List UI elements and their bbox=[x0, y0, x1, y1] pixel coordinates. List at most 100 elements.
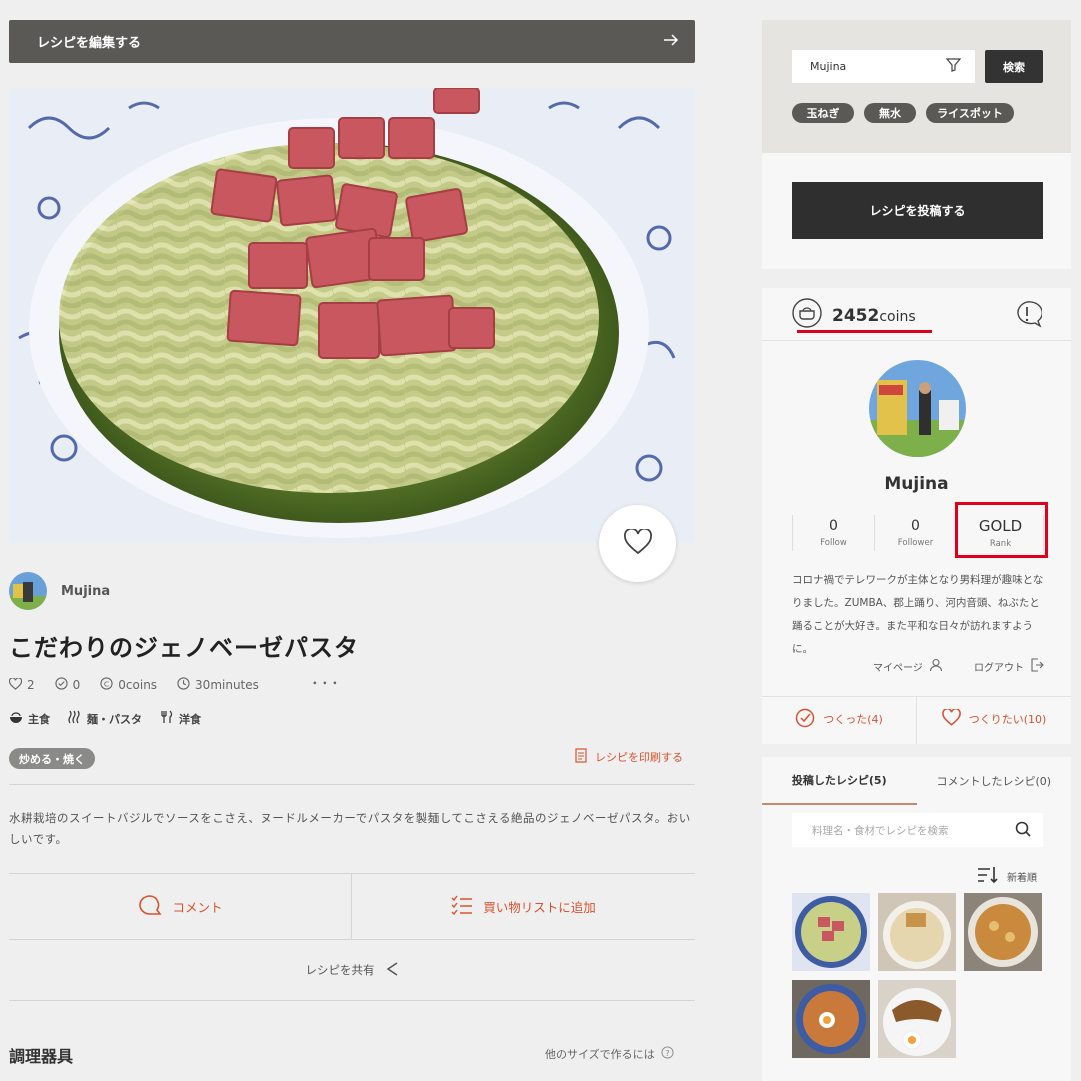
share-icon bbox=[385, 961, 399, 979]
recipe-thumbnail[interactable] bbox=[878, 980, 956, 1058]
recipe-categories: 主食 麺・パスタ 洋食 bbox=[9, 710, 201, 727]
tab-posted-recipes[interactable]: 投稿したレシピ(5) bbox=[762, 757, 917, 805]
checklist-icon bbox=[451, 895, 473, 918]
edit-recipe-button[interactable]: レシピを編集する bbox=[9, 20, 695, 63]
category-western[interactable]: 洋食 bbox=[160, 710, 201, 727]
cook-time: 30minutes bbox=[195, 678, 259, 692]
document-icon bbox=[575, 748, 587, 766]
keyword-chip[interactable]: 玉ねぎ bbox=[792, 103, 854, 123]
rank-highlight-box bbox=[955, 502, 1048, 558]
profile-name: Mujina bbox=[884, 474, 949, 494]
recipe-title: こだわりのジェノベーゼパスタ bbox=[9, 634, 359, 662]
keyword-chip[interactable]: 無水 bbox=[864, 103, 916, 123]
category-main-dish[interactable]: 主食 bbox=[9, 710, 50, 727]
made-recipes-link[interactable]: つくった(4) bbox=[762, 697, 916, 741]
post-recipe-button[interactable]: レシピを投稿する bbox=[792, 182, 1043, 239]
search-input-value: Mujina bbox=[810, 60, 847, 73]
keyword-chip[interactable]: ライスポット bbox=[926, 103, 1014, 123]
made-stat: 0 bbox=[55, 677, 81, 693]
cooking-method-tag[interactable]: 炒める・焼く bbox=[9, 748, 95, 769]
user-icon bbox=[929, 658, 943, 675]
search-icon[interactable] bbox=[1015, 821, 1031, 840]
search-panel bbox=[762, 20, 1071, 153]
sort-newest-button[interactable]: 新着順 bbox=[977, 866, 1037, 887]
recipe-thumbnail[interactable] bbox=[792, 893, 870, 971]
noodle-icon bbox=[68, 710, 82, 727]
heart-icon bbox=[8, 676, 23, 693]
cooking-tools-heading: 調理器具 bbox=[9, 1047, 74, 1066]
follow-label: Follow bbox=[820, 538, 847, 548]
coins-highlight-underline bbox=[797, 330, 932, 333]
filter-icon[interactable] bbox=[945, 58, 962, 75]
arrow-right-icon bbox=[663, 33, 679, 50]
likes-count: 2 bbox=[27, 678, 35, 692]
author-avatar[interactable] bbox=[9, 572, 47, 610]
follow-count: 0 bbox=[829, 518, 838, 534]
follower-label: Follower bbox=[897, 538, 934, 548]
recipe-description: 水耕栽培のスイートバジルでソースをこさえ、ヌードルメーカーでパスタを製麺してこさ… bbox=[9, 811, 691, 846]
category-label: 洋食 bbox=[179, 712, 201, 726]
check-circle-icon bbox=[795, 708, 815, 731]
recipe-search-placeholder: 料理名・食材でレシピを検索 bbox=[812, 824, 949, 837]
help-icon: ? bbox=[661, 1046, 674, 1062]
search-input[interactable]: Mujina bbox=[792, 50, 975, 83]
recipe-search-input[interactable]: 料理名・食材でレシピを検索 bbox=[792, 813, 1043, 847]
print-recipe-link[interactable]: レシピを印刷する bbox=[575, 748, 683, 766]
logout-icon bbox=[1030, 658, 1044, 675]
share-recipe-button[interactable]: レシピを共有 bbox=[9, 940, 695, 1000]
logout-link[interactable]: ログアウト bbox=[974, 658, 1044, 675]
made-recipes-label: つくった(4) bbox=[823, 713, 883, 726]
heart-icon bbox=[623, 527, 652, 559]
category-noodles[interactable]: 麺・パスタ bbox=[68, 710, 142, 727]
share-recipe-label: レシピを共有 bbox=[305, 963, 375, 977]
check-circle-icon bbox=[55, 677, 68, 693]
add-to-shopping-list-button[interactable]: 買い物リストに追加 bbox=[352, 874, 695, 939]
other-size-label: 他のサイズで作るには bbox=[545, 1048, 655, 1061]
more-options-icon[interactable]: ･･･ bbox=[311, 670, 341, 694]
recipe-thumbnail[interactable] bbox=[964, 893, 1042, 971]
mypage-link[interactable]: マイページ bbox=[873, 658, 943, 675]
heart-icon bbox=[941, 708, 961, 729]
search-button[interactable]: 検索 bbox=[985, 50, 1043, 83]
mypage-label: マイページ bbox=[873, 663, 923, 674]
made-count: 0 bbox=[72, 678, 81, 692]
coins-balance: 2452coins bbox=[792, 298, 916, 333]
likes-stat: 2 bbox=[8, 676, 35, 693]
category-label: 麺・パスタ bbox=[87, 712, 142, 726]
category-label: 主食 bbox=[28, 712, 50, 726]
recipe-author[interactable]: Mujina bbox=[9, 572, 110, 610]
other-size-link[interactable]: 他のサイズで作るには ? bbox=[545, 1046, 674, 1062]
fork-knife-icon bbox=[160, 710, 174, 727]
speech-bubble-icon bbox=[138, 894, 163, 919]
edit-recipe-label: レシピを編集する bbox=[37, 36, 142, 51]
want-to-make-label: つくりたい(10) bbox=[968, 713, 1047, 726]
pot-icon bbox=[792, 298, 822, 333]
profile-avatar[interactable] bbox=[869, 360, 966, 457]
recipe-thumbnail[interactable] bbox=[878, 893, 956, 971]
coin-icon: C bbox=[100, 677, 113, 693]
recipe-hero-image bbox=[9, 88, 695, 543]
svg-text:?: ? bbox=[665, 1048, 669, 1058]
want-to-make-link[interactable]: つくりたい(10) bbox=[917, 697, 1071, 741]
coins-stat: C 0coins bbox=[100, 677, 157, 693]
divider bbox=[9, 1000, 695, 1001]
recipe-tabs: 投稿したレシピ(5) コメントしたレシピ(0) bbox=[762, 757, 1071, 805]
info-bubble-icon[interactable] bbox=[1012, 300, 1043, 332]
divider bbox=[762, 340, 1071, 341]
author-name[interactable]: Mujina bbox=[61, 584, 110, 599]
coins-count: 0coins bbox=[118, 678, 158, 692]
profile-bio: コロナ禍でテレワークが主体となり男料理が趣味となりました。ZUMBA、郡上踊り、… bbox=[792, 574, 1044, 655]
comment-button[interactable]: コメント bbox=[9, 874, 352, 939]
follow-stat[interactable]: 0 Follow bbox=[793, 515, 874, 551]
coins-unit: coins bbox=[879, 308, 916, 325]
coins-value: 2452 bbox=[832, 305, 880, 326]
recipe-stats: 2 0 C 0coins 30minutes ･･･ bbox=[8, 674, 341, 694]
print-recipe-label: レシピを印刷する bbox=[595, 751, 683, 764]
rice-bowl-icon bbox=[9, 710, 23, 727]
follower-stat[interactable]: 0 Follower bbox=[875, 515, 956, 551]
logout-label: ログアウト bbox=[974, 663, 1024, 674]
sort-label: 新着順 bbox=[1007, 873, 1037, 884]
favorite-heart-button[interactable] bbox=[599, 505, 676, 582]
tab-commented-recipes[interactable]: コメントしたレシピ(0) bbox=[917, 757, 1072, 805]
recipe-thumbnail[interactable] bbox=[792, 980, 870, 1058]
